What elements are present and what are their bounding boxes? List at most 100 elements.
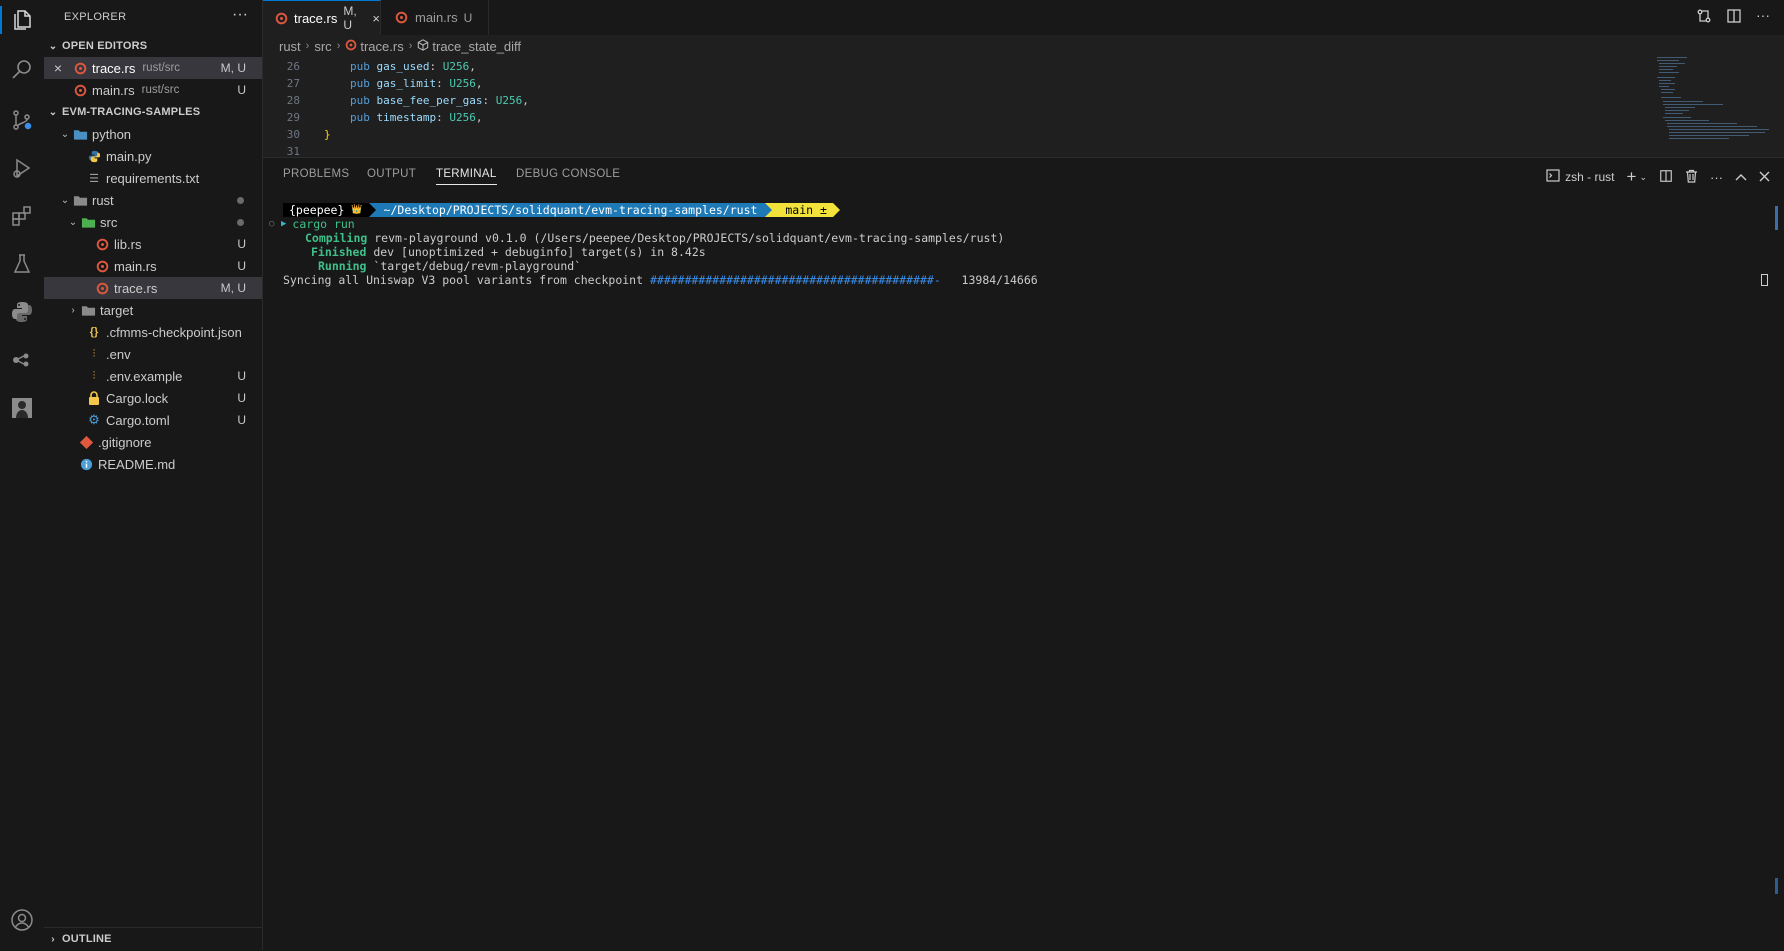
prompt-user: {peepee} 👑 xyxy=(283,203,369,217)
tree-file-main-py[interactable]: main.py xyxy=(44,145,262,167)
code-type: U256 xyxy=(449,111,476,124)
activity-bar xyxy=(0,0,45,950)
extensions-icon[interactable] xyxy=(6,200,38,232)
source-control-icon[interactable] xyxy=(6,104,38,136)
project-section[interactable]: ⌄ EVM-TRACING-SAMPLES xyxy=(44,101,262,123)
plus-icon: + xyxy=(1626,167,1637,186)
tree-item-label: lib.rs xyxy=(114,236,142,252)
tree-file-env[interactable]: ⫶ .env xyxy=(44,343,262,365)
tab-main-rs[interactable]: main.rs U xyxy=(381,0,489,35)
explorer-sidebar: EXPLORER ··· ⌄ OPEN EDITORS × trace.rs r… xyxy=(44,0,263,950)
chevron-right-icon: › xyxy=(71,304,75,316)
minimap[interactable] xyxy=(1655,57,1775,157)
compare-changes-icon[interactable] xyxy=(1696,8,1712,27)
tree-folder-src[interactable]: ⌄ src xyxy=(44,211,262,233)
tree-file-trace-rs[interactable]: trace.rs M, U xyxy=(44,277,262,299)
chevron-down-icon: ⌄ xyxy=(48,106,58,118)
breadcrumb-separator: › xyxy=(408,40,413,52)
tree-file-lib-rs[interactable]: lib.rs U xyxy=(44,233,262,255)
tree-item-label: target xyxy=(100,302,134,318)
breadcrumb-item[interactable]: trace_state_diff xyxy=(432,39,521,54)
python-icon[interactable] xyxy=(6,296,38,328)
python-folder-icon xyxy=(72,126,88,142)
env-file-icon: ⫶ xyxy=(92,347,96,360)
tab-output[interactable]: OUTPUT xyxy=(367,168,416,180)
folder-icon xyxy=(80,302,96,318)
struct-icon xyxy=(417,38,429,54)
prompt-git-branch: main ± xyxy=(772,203,833,217)
code-editor[interactable]: 26 pub gas_used: U256, 27 pub gas_limit:… xyxy=(263,57,1784,157)
close-panel-icon[interactable] xyxy=(1759,170,1770,185)
tree-file-env-example[interactable]: ⫶ .env.example U xyxy=(44,365,262,387)
remote-explorer-icon[interactable] xyxy=(6,344,38,376)
code-field: base_fee_per_gas xyxy=(376,94,483,107)
open-editor-name: trace.rs xyxy=(92,60,136,76)
panel-actions: zsh - rust + ⌄ ··· xyxy=(1546,167,1770,187)
maximize-panel-icon[interactable] xyxy=(1735,170,1747,185)
terminal-selector[interactable]: zsh - rust xyxy=(1546,169,1615,185)
split-terminal-icon[interactable] xyxy=(1659,169,1673,186)
src-folder-icon xyxy=(80,214,96,230)
info-icon xyxy=(78,456,94,472)
account-icon[interactable] xyxy=(6,904,38,936)
tree-folder-rust[interactable]: ⌄ rust xyxy=(44,189,262,211)
tree-item-label: Cargo.toml xyxy=(106,412,170,428)
breadcrumb-item[interactable]: trace.rs xyxy=(360,39,403,54)
open-editors-section[interactable]: ⌄ OPEN EDITORS xyxy=(44,35,262,57)
breadcrumb-item[interactable]: rust xyxy=(279,39,301,54)
tree-file-cfmms-json[interactable]: {} .cfmms-checkpoint.json xyxy=(44,321,262,343)
open-editor-item[interactable]: × trace.rs rust/src M, U xyxy=(44,57,262,79)
testing-icon[interactable] xyxy=(6,248,38,280)
outline-section[interactable]: › OUTLINE xyxy=(44,927,262,950)
more-actions-icon[interactable]: ··· xyxy=(232,6,248,24)
project-label: EVM-TRACING-SAMPLES xyxy=(62,106,201,118)
finished-label: Finished xyxy=(311,245,367,259)
split-editor-icon[interactable] xyxy=(1726,8,1742,27)
new-terminal-button[interactable]: + ⌄ xyxy=(1627,167,1647,187)
close-icon[interactable]: × xyxy=(44,60,72,76)
text-file-icon: ☰ xyxy=(89,172,99,185)
modified-dot xyxy=(237,196,244,204)
trash-icon[interactable] xyxy=(1685,169,1698,186)
breadcrumb-item[interactable]: src xyxy=(314,39,331,54)
tree-item-label: main.rs xyxy=(114,258,157,274)
custom-extension-icon[interactable] xyxy=(6,392,38,424)
env-file-icon: ⫶ xyxy=(92,369,96,382)
code-line: 26 pub gas_used: U256, xyxy=(263,58,476,75)
tab-terminal[interactable]: TERMINAL xyxy=(436,168,497,185)
rust-file-icon xyxy=(94,280,110,296)
progress-bar: ########################################… xyxy=(649,273,941,287)
terminal-line: Syncing all Uniswap V3 pool variants fro… xyxy=(283,273,1038,287)
search-icon[interactable] xyxy=(6,54,38,86)
tab-debug-console[interactable]: DEBUG CONSOLE xyxy=(516,168,620,180)
modified-dot xyxy=(237,218,244,226)
tree-file-gitignore[interactable]: .gitignore xyxy=(44,431,262,453)
tree-file-requirements[interactable]: ☰ requirements.txt xyxy=(44,167,262,189)
terminal-command: cargo run xyxy=(292,217,355,231)
more-actions-icon[interactable]: ··· xyxy=(1710,170,1723,185)
tree-file-cargo-toml[interactable]: ⚙ Cargo.toml U xyxy=(44,409,262,431)
tab-trace-rs[interactable]: trace.rs M, U × xyxy=(263,0,381,35)
more-actions-icon[interactable]: ··· xyxy=(1756,8,1770,27)
editor-actions: ··· xyxy=(1696,8,1770,27)
rust-file-icon xyxy=(72,60,88,76)
close-icon[interactable]: × xyxy=(372,11,380,26)
explorer-icon[interactable] xyxy=(0,4,38,36)
tree-folder-target[interactable]: › target xyxy=(44,299,262,321)
running-text: `target/debug/revm-playground` xyxy=(373,259,582,273)
line-number: 31 xyxy=(286,145,300,157)
rust-file-icon xyxy=(393,10,409,26)
tab-problems[interactable]: PROBLEMS xyxy=(283,168,349,180)
command-decoration-icon: ○ xyxy=(269,219,275,229)
tree-file-readme[interactable]: README.md xyxy=(44,453,262,475)
tree-file-cargo-lock[interactable]: Cargo.lock U xyxy=(44,387,262,409)
tree-item-label: python xyxy=(92,126,132,142)
terminal-scrollbar[interactable] xyxy=(1775,206,1778,230)
tree-file-main-rs[interactable]: main.rs U xyxy=(44,255,262,277)
tree-folder-python[interactable]: ⌄ python xyxy=(44,123,262,145)
breadcrumb: rust › src › trace.rs › trace_state_diff xyxy=(263,35,1784,57)
terminal-name: zsh - rust xyxy=(1565,170,1615,184)
outline-label: OUTLINE xyxy=(62,933,112,945)
open-editor-item[interactable]: main.rs rust/src U xyxy=(44,79,262,101)
run-debug-icon[interactable] xyxy=(6,152,38,184)
